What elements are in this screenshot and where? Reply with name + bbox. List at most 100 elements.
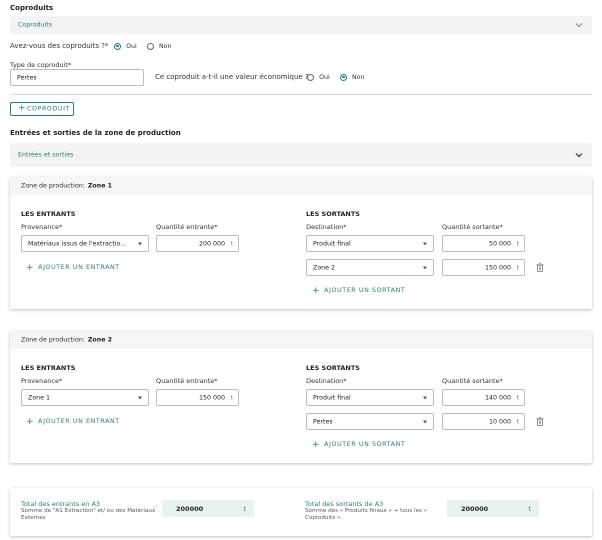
type-coproduit-label: Type de coproduit* [10,61,72,69]
destination-select[interactable]: Produit final [306,235,434,252]
type-coproduit-input[interactable]: Pertes [10,69,144,86]
eco-radio-oui[interactable] [307,73,314,81]
add-sortant-button[interactable]: + AJOUTER UN SORTANT [312,440,405,450]
zone-name: Zone 1 [87,182,113,190]
add-entrant-label: AJOUTER UN ENTRANT [38,418,120,425]
io-accordion[interactable]: Entrées et sorties [10,143,592,167]
trash-icon[interactable] [536,263,544,272]
total-sortants-box: 200000 t [447,500,539,517]
zone-header-text: Zone de production: Zone 1 [21,183,112,190]
caret-down-icon [138,242,142,245]
add-entrant-button[interactable]: + AJOUTER UN ENTRANT [26,263,120,273]
zone-card-header: Zone de production: Zone 1 [10,177,592,195]
radio-non-label: Non [158,43,172,50]
add-coproduit-label: COPRODUIT [27,105,71,113]
unit-label: t [528,504,531,513]
coproduits-accordion[interactable]: Coproduits [10,16,592,34]
qte-sortante-value: 10 000 [488,418,511,425]
qte-sortante-value: 50 000 [488,240,511,247]
provenance-label: Provenance* [21,223,63,231]
totals-card: Total des entrants en A3 Somme de "A1 Ex… [10,488,592,536]
qte-sortante-input[interactable]: 140 000 t [442,389,525,406]
qte-sortante-input[interactable]: 150 000 t [442,259,525,276]
plus-icon: + [312,440,321,450]
total-entrants-title: Total des entrants en A3 [21,500,101,508]
eco-radio-group: Oui Non [307,73,365,81]
sortants-title: LES SORTANTS [306,210,360,218]
radio-oui[interactable] [114,42,121,50]
destination-select[interactable]: Pertes [306,413,434,430]
provenance-select[interactable]: Zone 1 [21,389,149,406]
add-sortant-button[interactable]: + AJOUTER UN SORTANT [312,286,405,296]
unit-label: t [516,264,519,271]
destination-value: Produit final [313,394,351,401]
total-sortants-value: 200000 [461,504,489,513]
qte-sortante-value: 150 000 [484,264,511,271]
zone-card-header: Zone de production: Zone 2 [10,331,592,349]
entrants-title: LES ENTRANTS [21,364,76,372]
total-sortants-title: Total des sortants de A3 [305,500,384,508]
zone-header-label: Zone de production: [21,336,85,344]
chevron-down-icon[interactable] [574,150,584,160]
coproduits-section-title: Coproduits [10,4,54,12]
radio-non[interactable] [146,42,154,50]
io-section-title: Entrées et sorties de la zone de product… [10,129,181,137]
destination-value: Pertes [313,418,333,425]
eco-radio-oui-label: Oui [319,74,330,81]
qte-entrante-input[interactable]: 200 000 t [156,235,239,252]
unit-label: t [516,394,519,401]
zone-card: Zone de production: Zone 1 LES ENTRANTS P… [10,177,592,309]
radio-oui-label: Oui [126,43,137,50]
qte-sortante-input[interactable]: 10 000 t [442,413,525,430]
plus-icon: + [312,286,321,296]
destination-value: Zone 2 [313,264,336,271]
destination-select[interactable]: Zone 2 [306,259,434,276]
qte-sortante-label: Quantité sortante* [442,223,503,231]
eco-question: Ce coproduit a-t-il une valeur économiqu… [155,73,309,81]
coproduits-accordion-label: Coproduits [18,21,53,29]
qte-entrante-label: Quantité entrante* [156,223,218,231]
add-entrant-label: AJOUTER UN ENTRANT [38,264,120,271]
add-coproduit-button[interactable]: + COPRODUIT [10,102,74,116]
io-accordion-label: Entrées et sorties [18,151,74,159]
add-sortant-label: AJOUTER UN SORTANT [324,287,406,294]
qte-entrante-value: 200 000 [198,240,225,247]
destination-value: Produit final [313,240,351,247]
destination-label: Destination* [306,223,347,231]
unit-label: t [516,240,519,247]
trash-icon[interactable] [536,417,544,426]
caret-down-icon [423,242,427,245]
provenance-label: Provenance* [21,377,63,385]
provenance-value: Matériaux issus de l'extractio... [28,240,127,247]
zone-header-label: Zone de production: [21,182,85,190]
add-entrant-button[interactable]: + AJOUTER UN ENTRANT [26,417,120,427]
total-entrants-value: 200000 [176,504,204,513]
plus-icon: + [18,103,27,114]
chevron-down-icon[interactable] [574,20,584,30]
provenance-value: Zone 1 [28,394,51,401]
coproduits-question: Avez-vous des coproduits ?* [10,42,109,50]
type-coproduit-value: Pertes [17,74,37,81]
qte-sortante-value: 140 000 [484,394,511,401]
qte-sortante-input[interactable]: 50 000 t [442,235,525,252]
eco-radio-non-label: Non [351,74,365,81]
add-sortant-label: AJOUTER UN SORTANT [324,441,406,448]
unit-label: t [230,240,233,247]
provenance-select[interactable]: Matériaux issus de l'extractio... [21,235,149,252]
plus-icon: + [26,417,35,427]
qte-sortante-label: Quantité sortante* [442,377,503,385]
eco-radio-non[interactable] [339,73,347,81]
destination-select[interactable]: Produit final [306,389,434,406]
qte-entrante-value: 150 000 [198,394,225,401]
zone-header-text: Zone de production: Zone 2 [21,337,112,344]
qte-entrante-input[interactable]: 150 000 t [156,389,239,406]
unit-label: t [243,504,246,513]
divider [10,94,592,95]
unit-label: t [516,418,519,425]
destination-label: Destination* [306,377,347,385]
total-sortants-desc: Somme des « Produits finaux » + tous les… [305,508,428,521]
sortants-title: LES SORTANTS [306,364,360,372]
caret-down-icon [423,396,427,399]
caret-down-icon [138,396,142,399]
unit-label: t [230,394,233,401]
